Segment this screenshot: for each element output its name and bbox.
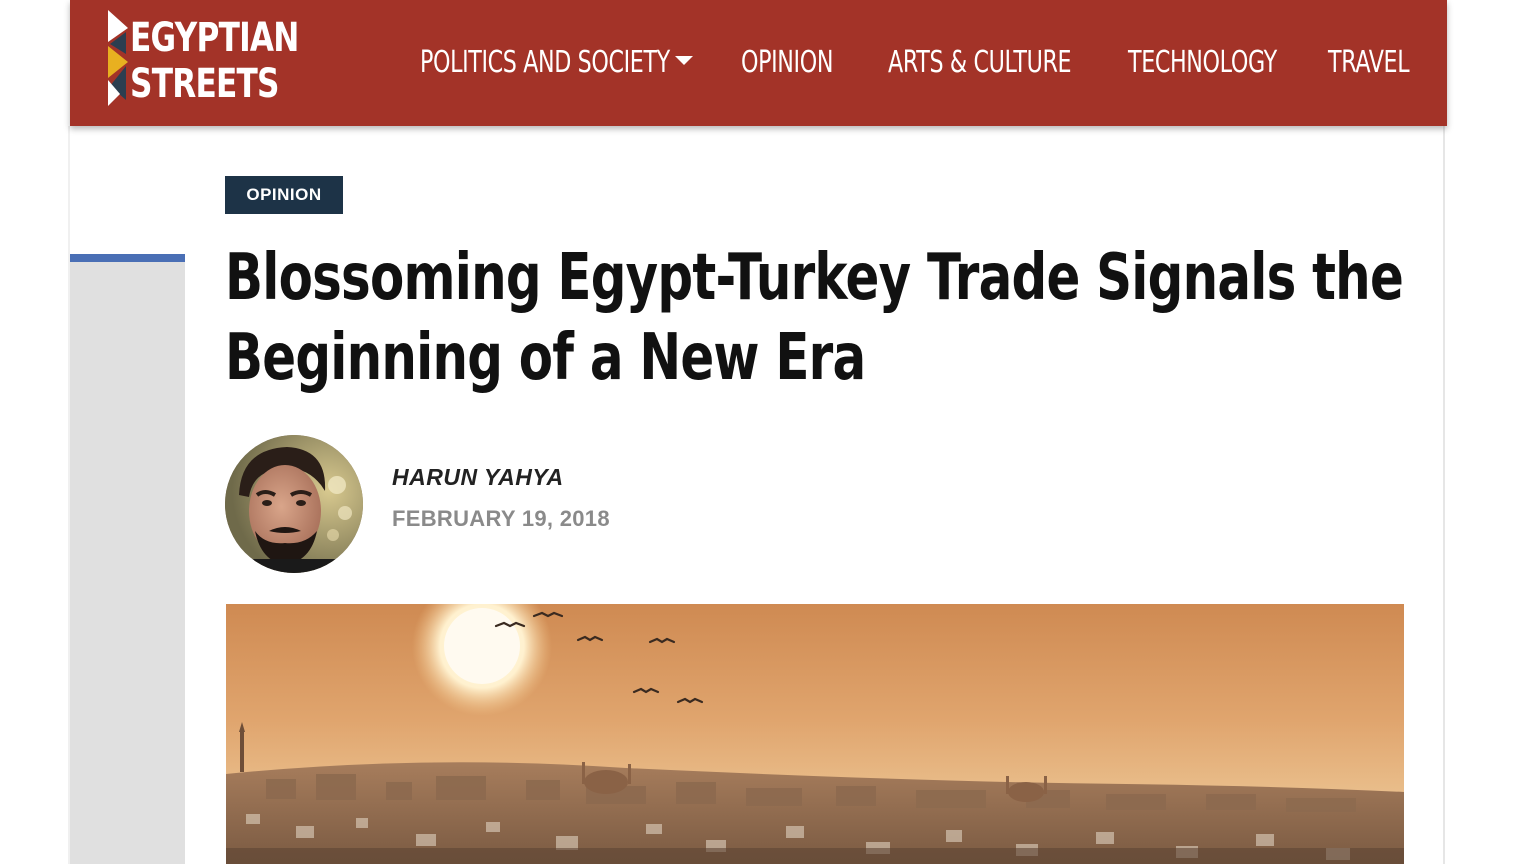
nav-item-politics-and-society[interactable]: POLITICS AND SOCIETY — [420, 43, 670, 83]
caret-down-icon[interactable] — [675, 56, 693, 65]
main-nav: POLITICS AND SOCIETY OPINION ARTS & CULT… — [70, 43, 1447, 83]
featured-image[interactable] — [226, 604, 1404, 864]
nav-item-arts-culture[interactable]: ARTS & CULTURE — [888, 43, 1072, 83]
author-portrait — [225, 435, 363, 573]
site-header: EGYPTIAN STREETS POLITICS AND SOCIETY OP… — [70, 0, 1447, 126]
left-sidebar-rail — [70, 254, 185, 864]
istanbul-sunset-photo — [226, 604, 1404, 864]
nav-item-technology[interactable]: TECHNOLOGY — [1128, 43, 1277, 83]
page: EGYPTIAN STREETS POLITICS AND SOCIETY OP… — [0, 0, 1516, 864]
author-name[interactable]: HARUN YAHYA — [392, 462, 564, 492]
nav-item-travel[interactable]: TRAVEL — [1328, 43, 1410, 83]
sidebar-accent-bar — [70, 254, 185, 262]
page-border-right — [1443, 126, 1445, 864]
post-date: FEBRUARY 19, 2018 — [392, 506, 610, 531]
article-title-line1: Blossoming Egypt-Turkey Trade Signals th… — [225, 241, 1404, 315]
article-title: Blossoming Egypt-Turkey Trade Signals th… — [225, 238, 1411, 398]
article-title-line2: Beginning of a New Era — [225, 321, 866, 395]
author-avatar[interactable] — [225, 435, 363, 573]
category-badge[interactable]: OPINION — [225, 176, 343, 214]
nav-item-opinion[interactable]: OPINION — [741, 43, 833, 83]
